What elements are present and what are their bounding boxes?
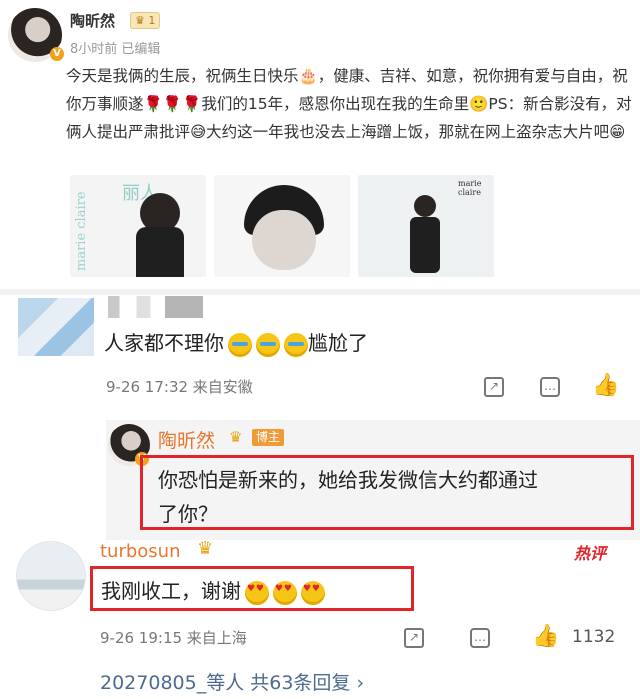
reply-author-name[interactable]: 陶昕然 — [158, 426, 215, 453]
like-icon[interactable]: 👍 — [532, 624, 559, 649]
commenter-avatar[interactable] — [18, 298, 94, 356]
comment-meta: 9-26 17:32 来自安徽 — [106, 378, 253, 396]
crown-icon: ♛ — [229, 428, 243, 446]
commenter-name[interactable]: turbosun — [100, 541, 181, 562]
post-author-name[interactable]: 陶昕然 — [70, 10, 115, 31]
photo-watermark: marie claire — [74, 191, 89, 271]
post-text: 今天是我俩的生辰，祝俩生日快乐🎂，健康、吉祥、如意，祝你拥有爱与自由，祝你万事顺… — [66, 67, 632, 141]
post-photo-2[interactable] — [214, 175, 350, 277]
heart-eyes-emoji — [273, 580, 297, 605]
comment-text: 人家都不理你 尴尬了 — [104, 331, 368, 357]
like-icon[interactable]: 👍 — [592, 373, 619, 398]
cry-laugh-emoji — [284, 332, 308, 357]
comment-text: 我刚收工，谢谢 — [101, 575, 325, 605]
blogger-badge: 博主 — [252, 429, 285, 446]
commenter-avatar[interactable] — [16, 541, 86, 611]
level-badge: ♛ 1 — [130, 12, 161, 29]
cry-laugh-emoji — [228, 332, 252, 357]
reply-text-line1: 你恐怕是新来的，她给我发微信大约都通过 — [158, 468, 538, 492]
comment-icon[interactable]: … — [470, 628, 490, 648]
cry-laugh-emoji — [256, 332, 280, 357]
post-photo-3[interactable]: marie claire — [358, 175, 494, 277]
like-count: 1132 — [572, 627, 616, 647]
section-divider — [0, 289, 640, 295]
heart-eyes-emoji — [301, 580, 325, 605]
post-photo-1[interactable]: marie claire 丽人 — [70, 175, 206, 277]
reply-text-line2: 了你？ — [158, 502, 218, 526]
commenter-name-blurred — [108, 296, 203, 318]
heart-eyes-emoji — [245, 580, 269, 605]
share-icon[interactable]: ↗ — [484, 377, 504, 397]
share-icon[interactable]: ↗ — [404, 628, 424, 648]
photo-watermark: marie claire — [458, 179, 482, 197]
verified-icon: V — [50, 47, 64, 61]
comment-icon[interactable]: … — [540, 377, 560, 397]
comment-meta: 9-26 19:15 来自上海 — [100, 629, 247, 647]
hot-comment-badge: 热评 — [574, 544, 607, 563]
more-replies-link[interactable]: 20270805_等人 共63条回复 › — [100, 668, 364, 695]
crown-icon: ♛ — [197, 538, 214, 559]
post-meta: 8小时前 已编辑 — [70, 42, 161, 57]
